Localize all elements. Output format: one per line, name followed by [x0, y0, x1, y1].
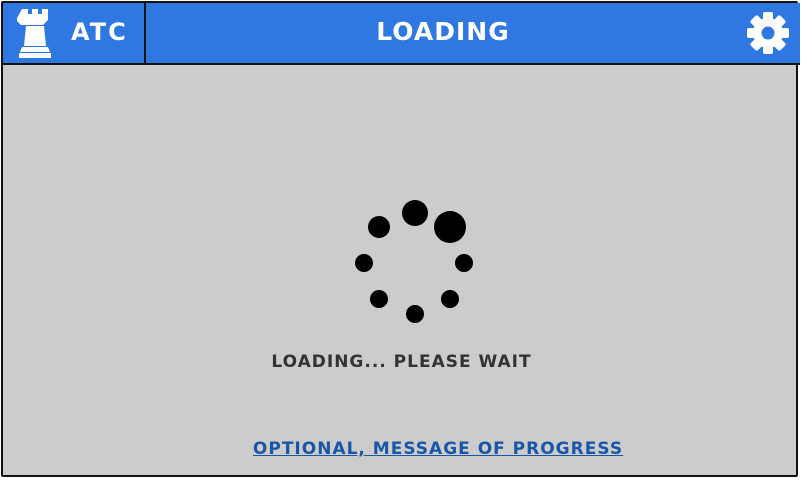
page-title: LOADING	[376, 17, 510, 46]
chess-rook-icon	[17, 9, 51, 58]
loading-spinner-icon	[355, 200, 473, 323]
gear-icon[interactable]	[745, 10, 791, 56]
brand[interactable]: ATC	[3, 3, 146, 63]
app-name: ATC	[71, 18, 128, 46]
loading-status-text: LOADING... PLEASE WAIT	[271, 352, 532, 372]
progress-message-link[interactable]: OPTIONAL, MESSAGE OF PROGRESS	[3, 439, 801, 459]
header-bar: ATC LOADING	[3, 3, 800, 65]
app-window: ATC LOADING LOADING... PLEASE WAIT OPTIO…	[1, 1, 801, 477]
